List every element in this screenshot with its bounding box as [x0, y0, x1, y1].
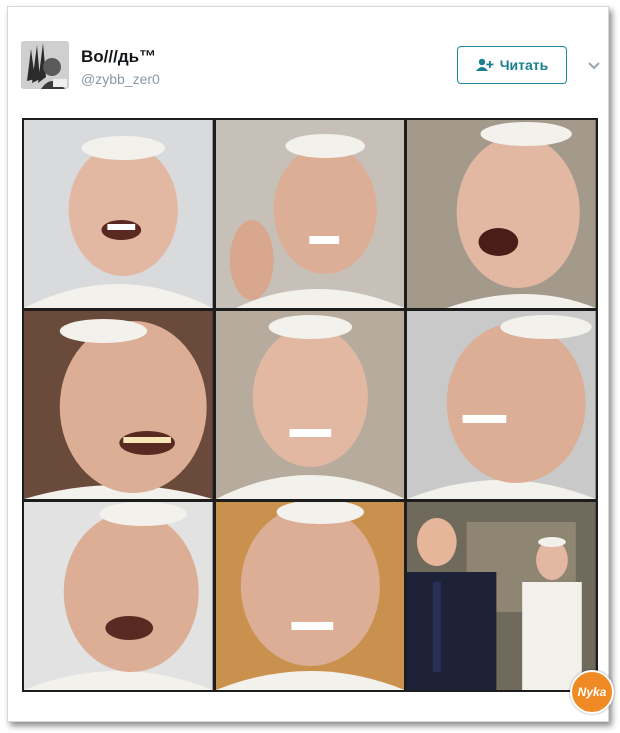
photo-tile-1[interactable]: [24, 120, 213, 308]
username-handle[interactable]: @zybb_zer0: [81, 71, 160, 87]
waving-man-photo: [215, 120, 405, 308]
meeting-photo: [407, 502, 596, 690]
surprised-man-photo: [407, 120, 596, 308]
photo-tile-4[interactable]: [24, 311, 213, 499]
follow-button[interactable]: Читать: [457, 46, 567, 84]
grinning-man-photo: [24, 311, 213, 499]
photo-grid[interactable]: [22, 118, 598, 692]
chief-headdress-icon: [21, 41, 69, 89]
photo-tile-3[interactable]: [407, 120, 596, 308]
display-name[interactable]: Во///дь™: [81, 47, 156, 67]
photo-tile-5[interactable]: [215, 311, 405, 499]
winking-man-photo: [215, 502, 405, 690]
photo-tile-6[interactable]: [407, 311, 596, 499]
add-user-icon: [475, 58, 494, 71]
smiling-man-photo: [215, 311, 405, 499]
photo-tile-7[interactable]: [24, 502, 213, 690]
chevron-down-icon: [588, 62, 600, 70]
watermark-badge: Nyka: [570, 670, 614, 714]
laughing-profile-photo: [407, 311, 596, 499]
user-avatar[interactable]: [21, 41, 69, 89]
laughing-man-photo: [24, 120, 213, 308]
photo-tile-8[interactable]: [215, 502, 405, 690]
photo-tile-9[interactable]: [407, 502, 596, 690]
follow-button-label: Читать: [499, 57, 549, 73]
more-options-chevron[interactable]: [586, 57, 602, 73]
photo-tile-2[interactable]: [215, 120, 405, 308]
wide-eyed-man-photo: [24, 502, 213, 690]
